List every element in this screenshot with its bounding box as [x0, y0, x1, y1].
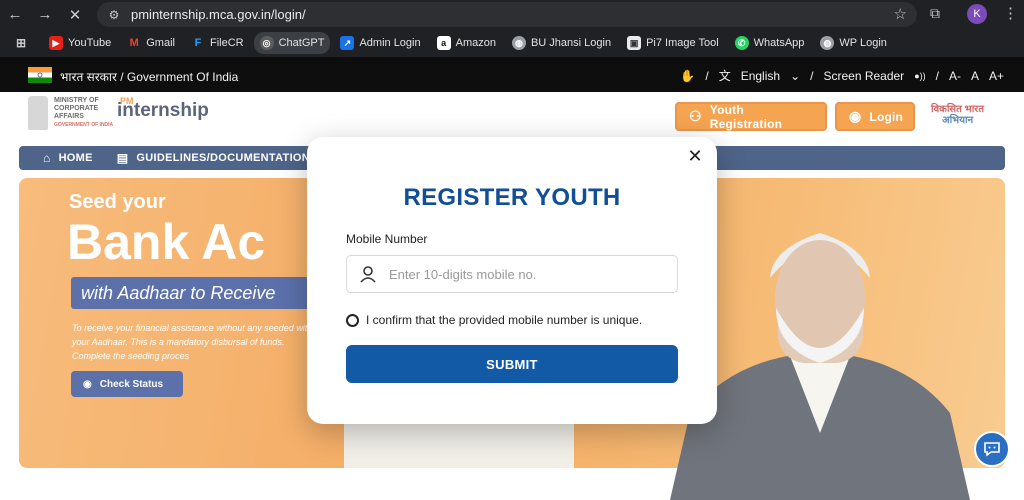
whatsapp-icon: ✆ — [734, 36, 749, 50]
globe-icon: ◍ — [820, 36, 835, 50]
confirm-unique-option[interactable]: I confirm that the provided mobile numbe… — [346, 313, 642, 327]
browser-toolbar: ← → ✕ ⚙ pminternship.mca.gov.in/login/ ☆… — [0, 0, 1024, 29]
bookmark-whatsapp[interactable]: ✆ WhatsApp — [729, 32, 811, 54]
mobile-number-input[interactable] — [389, 266, 659, 282]
stop-loading-icon[interactable]: ✕ — [60, 0, 90, 29]
site-info-icon[interactable]: ⚙ — [105, 6, 123, 24]
confirm-text: I confirm that the provided mobile numbe… — [366, 313, 643, 327]
image-icon: ▣ — [627, 36, 642, 50]
bookmark-pi7[interactable]: ▣ Pi7 Image Tool — [621, 32, 725, 54]
translate-icon[interactable]: 文 — [719, 67, 731, 84]
bookmark-filecr[interactable]: F FileCR — [185, 32, 250, 54]
bookmark-chatgpt[interactable]: ◎ ChatGPT — [253, 32, 331, 54]
extensions-icon[interactable]: ⧉ — [926, 5, 944, 23]
india-flag-icon — [28, 67, 52, 83]
mobile-number-label: Mobile Number — [346, 232, 428, 246]
chevron-down-icon[interactable]: ⌄ — [790, 69, 800, 83]
modal-title: REGISTER YOUTH — [403, 184, 621, 211]
globe-icon: ◍ — [511, 36, 526, 50]
divider: / — [935, 68, 939, 83]
bookmark-bu-jhansi[interactable]: ◍ BU Jhansi Login — [506, 32, 617, 54]
font-normal-button[interactable]: A — [971, 69, 979, 83]
youtube-icon: ▶ — [49, 36, 63, 50]
gov-toolbar: ✋ / 文 English ⌄ / Screen Reader ●)) / A-… — [680, 67, 1004, 84]
gov-text: भारत सरकार / Government Of India — [60, 70, 239, 84]
back-icon[interactable]: ← — [0, 0, 30, 29]
font-increase-button[interactable]: A+ — [989, 69, 1004, 83]
apps-button[interactable]: ⊞ — [8, 32, 39, 54]
bookmark-star-icon[interactable]: ☆ — [894, 5, 907, 23]
chatgpt-icon: ◎ — [259, 36, 274, 50]
forward-icon[interactable]: → — [30, 0, 60, 29]
filecr-icon: F — [194, 37, 202, 49]
apps-grid-icon: ⊞ — [15, 36, 27, 50]
close-icon[interactable]: ✕ — [685, 146, 705, 166]
browser-menu-icon[interactable]: ⋮ — [1003, 4, 1018, 22]
submit-button[interactable]: SUBMIT — [346, 345, 678, 383]
url-text[interactable]: pminternship.mca.gov.in/login/ — [131, 7, 306, 22]
mobile-number-field[interactable] — [346, 255, 678, 293]
bookmark-admin-login[interactable]: ↗ Admin Login — [334, 32, 426, 54]
user-icon — [360, 266, 376, 283]
confirm-radio[interactable] — [346, 313, 359, 327]
bookmarks-bar: ⊞ ▶ YouTube M Gmail F FileCR ◎ ChatGPT ↗ Admi… — [0, 29, 1024, 57]
language-select[interactable]: English — [741, 69, 780, 83]
address-bar[interactable]: ⚙ pminternship.mca.gov.in/login/ ☆ — [97, 2, 917, 27]
gov-bar: भारत सरकार / Government Of India ✋ / 文 E… — [0, 57, 1024, 92]
admin-icon: ↗ — [340, 36, 355, 50]
gmail-icon: M — [129, 37, 139, 49]
divider: / — [705, 68, 709, 83]
amazon-icon: a — [436, 36, 451, 50]
bookmark-amazon[interactable]: a Amazon — [431, 32, 502, 54]
divider: / — [810, 68, 814, 83]
register-youth-modal: ✕ REGISTER YOUTH Mobile Number I confirm… — [307, 137, 717, 424]
chatbot-icon — [984, 442, 1000, 457]
bookmark-youtube[interactable]: ▶ YouTube — [43, 32, 117, 54]
chatbot-button[interactable] — [974, 431, 1010, 467]
font-decrease-button[interactable]: A- — [949, 69, 961, 83]
bookmark-wp-login[interactable]: ◍ WP Login — [814, 32, 893, 54]
bookmark-gmail[interactable]: M Gmail — [121, 32, 181, 54]
profile-avatar[interactable]: K — [967, 4, 987, 24]
screen-reader-link[interactable]: Screen Reader — [823, 69, 904, 83]
accessibility-icon[interactable]: ✋ — [680, 69, 695, 83]
screen-reader-icon[interactable]: ●)) — [914, 71, 925, 81]
